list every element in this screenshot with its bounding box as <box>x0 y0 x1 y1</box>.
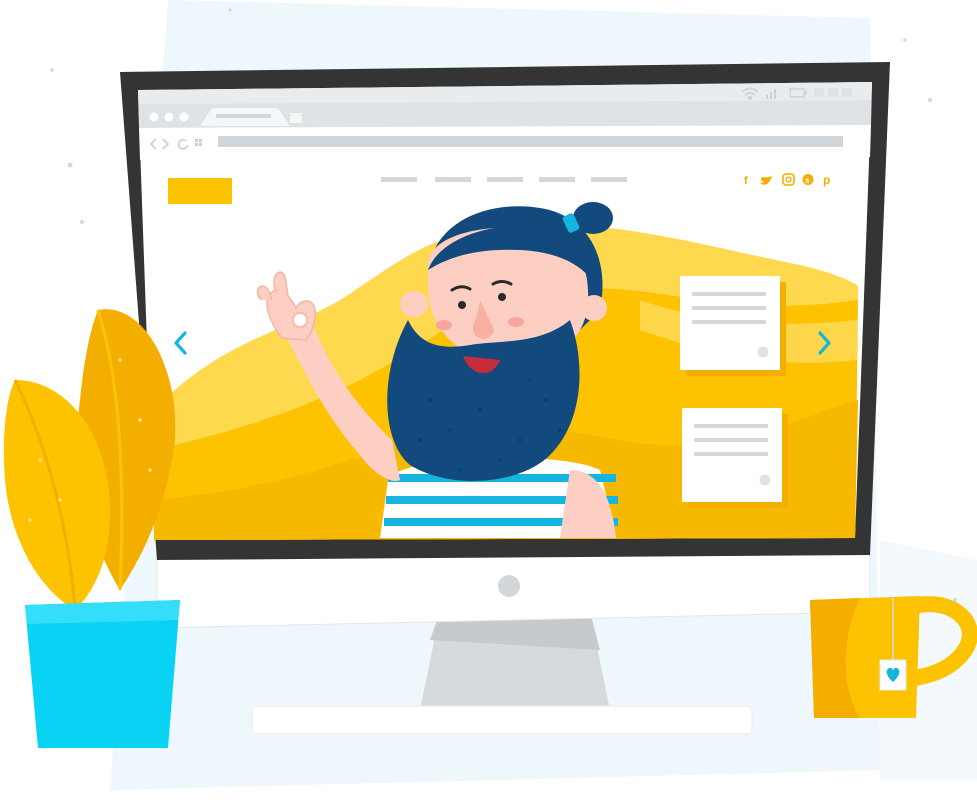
screen: f s p <box>138 82 872 541</box>
skype-icon[interactable]: s <box>802 174 814 185</box>
nav-item[interactable] <box>591 177 627 182</box>
browser-toolbar <box>139 125 871 160</box>
content-card[interactable] <box>680 276 786 376</box>
browser-chrome <box>138 82 872 128</box>
window-maximize-dot[interactable] <box>179 112 189 122</box>
content-card[interactable] <box>682 408 788 508</box>
new-tab-button[interactable] <box>290 113 302 123</box>
window-close-dot[interactable] <box>149 112 159 122</box>
pinterest-icon[interactable]: p <box>823 173 830 187</box>
nav-item[interactable] <box>487 177 523 182</box>
illustration: f s p <box>3 0 977 790</box>
svg-text:p: p <box>823 173 830 187</box>
window-minimize-dot[interactable] <box>164 112 174 122</box>
nav-item[interactable] <box>539 177 575 182</box>
site-logo[interactable] <box>168 178 232 204</box>
svg-text:s: s <box>805 176 810 185</box>
address-bar[interactable] <box>218 136 843 147</box>
monitor-base <box>251 705 753 735</box>
hair-bun <box>573 202 613 234</box>
power-button[interactable] <box>498 575 520 597</box>
nav-item[interactable] <box>435 177 471 182</box>
nav-item[interactable] <box>381 177 417 182</box>
facebook-icon[interactable]: f <box>744 175 748 187</box>
